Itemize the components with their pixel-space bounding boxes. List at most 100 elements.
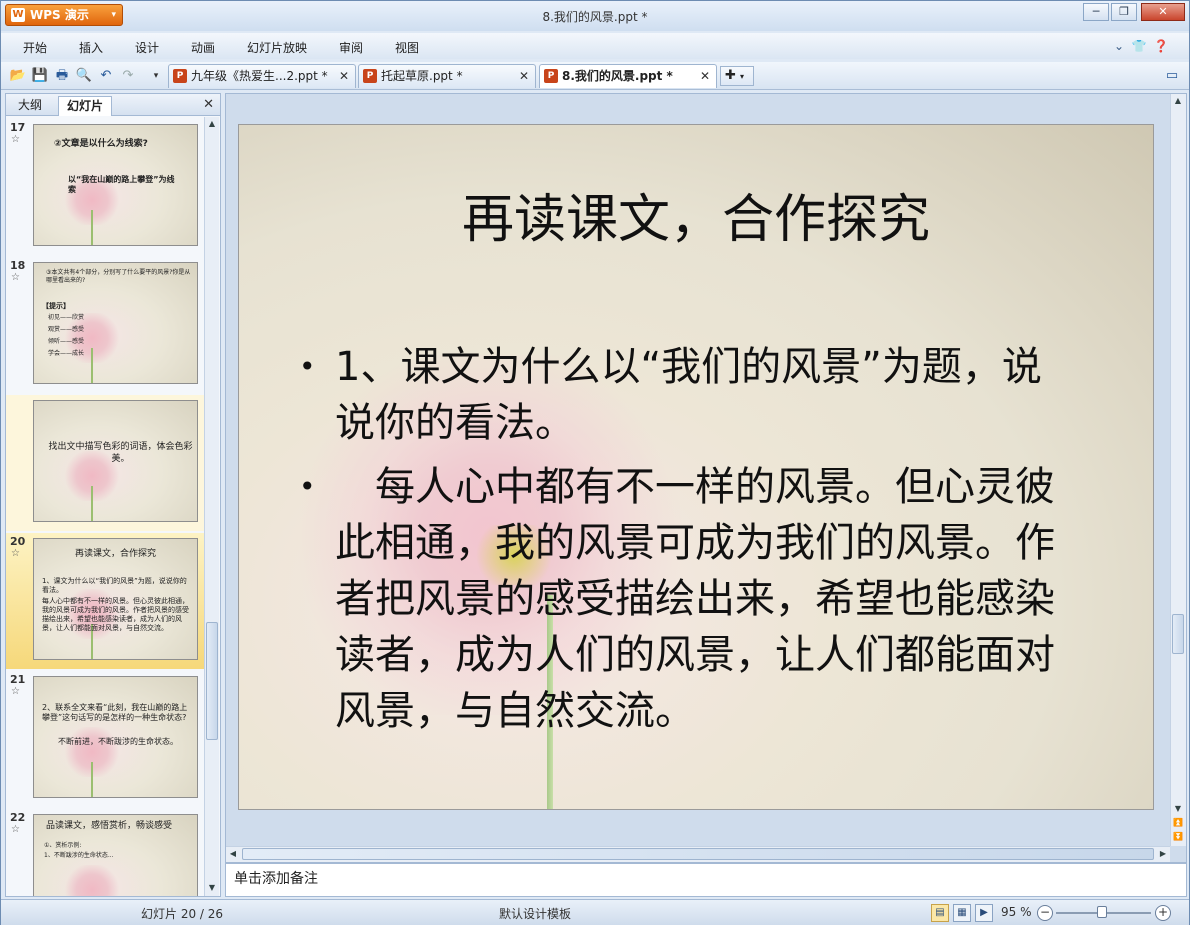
slide-thumbnail[interactable]: 21 ☆ 2、联系全文来看“此刻，我在山巅的路上攀登”这句话写的是怎样的一种生命…	[6, 671, 204, 807]
slide-canvas[interactable]: 再读课文，合作探究 • 1、课文为什么以“我们的风景”为题，说说你的看法。 • …	[238, 124, 1154, 810]
quick-toolbar: 📂 💾 🖶 🔍 ↶ ↷ ▾ P 九年级《热爱生...2.ppt * ✕ P 托起…	[1, 62, 1189, 90]
customize-toolbar-icon[interactable]: ▾	[147, 67, 165, 85]
slide-thumbnail[interactable]: 找出文中描写色彩的词语，体会色彩美。	[6, 395, 204, 531]
scrollbar-thumb[interactable]	[242, 848, 1154, 860]
skin-shirt-icon[interactable]: 👕	[1131, 38, 1147, 54]
editor-horizontal-scrollbar[interactable]: ◀ ▶	[226, 846, 1170, 862]
thumb-text: 初见——欣赏	[48, 314, 85, 321]
slide-number: 22	[10, 811, 26, 824]
tab-doc-1[interactable]: P 九年级《热爱生...2.ppt * ✕	[168, 64, 356, 88]
thumb-text: ③本文共有4个部分，分别写了什么要平的风景?你是从哪里看出来的?	[46, 269, 191, 284]
maximize-button[interactable]: ❐	[1111, 3, 1137, 21]
help-icon[interactable]: ❓	[1153, 38, 1169, 54]
scrollbar-thumb[interactable]	[1172, 614, 1184, 654]
bullet-text: 1、课文为什么以“我们的风景”为题，说说你的看法。	[335, 344, 1042, 446]
slide-thumbnail[interactable]: 22 ☆ 品读课文，感悟赏析，畅谈感受 ①、赏析示例: 1、不断跋涉的生命状态.…	[6, 809, 204, 896]
redo-icon[interactable]: ↷	[119, 67, 137, 85]
zoom-level: 95 %	[1001, 905, 1032, 919]
animation-star-icon: ☆	[11, 548, 20, 559]
print-icon[interactable]: 🖶	[53, 67, 71, 85]
menu-view[interactable]: 视图	[395, 39, 419, 56]
scroll-right-icon[interactable]: ▶	[1156, 847, 1170, 861]
thumb-text: 以“我在山巅的路上攀登”为线索	[68, 175, 175, 194]
menu-slideshow[interactable]: 幻灯片放映	[247, 39, 307, 56]
menu-bar: 开始 插入 设计 动画 幻灯片放映 审阅 视图 ⌄ 👕 ❓	[1, 33, 1189, 59]
thumb-text: 【提示】	[42, 302, 70, 310]
animation-star-icon: ☆	[11, 686, 20, 697]
undo-icon[interactable]: ↶	[97, 67, 115, 85]
close-pane-icon[interactable]: ✕	[203, 97, 214, 112]
menu-animation[interactable]: 动画	[191, 39, 215, 56]
zoom-slider-knob[interactable]	[1097, 906, 1107, 918]
notes-pane[interactable]: 单击添加备注	[225, 863, 1187, 897]
minimize-button[interactable]: ─	[1083, 3, 1109, 21]
slide-number: 21	[10, 673, 26, 686]
thumb-text: ①、赏析示例:	[44, 842, 82, 849]
slide-preview: 找出文中描写色彩的词语，体会色彩美。	[33, 400, 198, 522]
slide-editor: 再读课文，合作探究 • 1、课文为什么以“我们的风景”为题，说说你的看法。 • …	[225, 93, 1187, 863]
slide-thumbnail[interactable]: 17 ☆ ②文章是以什么为线索? 以“我在山巅的路上攀登”为线索	[6, 119, 204, 255]
thumb-text: 不断前进，不断跋涉的生命状态。	[58, 737, 178, 746]
scroll-up-icon[interactable]: ▲	[1171, 94, 1185, 108]
tab-outline[interactable]: 大纲	[10, 96, 50, 116]
title-bar: W WPS 演示 ▾ 8.我们的风景.ppt * ─ ❐ ✕	[1, 1, 1189, 31]
tab-doc-2[interactable]: P 托起草原.ppt * ✕	[358, 64, 536, 88]
slide-thumbnail-current[interactable]: 20 ☆ 再读课文，合作探究 1、课文为什么以“我们的风景”为题，说说你的看法。…	[6, 533, 204, 669]
scrollbar-thumb[interactable]	[206, 622, 218, 740]
slideshow-view-icon[interactable]: ▶	[975, 904, 993, 922]
previous-slide-icon[interactable]: ⏫	[1171, 816, 1185, 830]
slide-sorter-icon[interactable]: ▦	[953, 904, 971, 922]
ppt-file-icon: P	[173, 69, 187, 83]
slide-preview: ②文章是以什么为线索? 以“我在山巅的路上攀登”为线索	[33, 124, 198, 246]
slide-bullet[interactable]: • 每人心中都有不一样的风景。但心灵彼此相通，我的风景可成为我们的风景。作者把风…	[299, 459, 1079, 739]
slide-thumbnail[interactable]: 18 ☆ ③本文共有4个部分，分别写了什么要平的风景?你是从哪里看出来的? 【提…	[6, 257, 204, 393]
zoom-out-icon[interactable]: −	[1037, 905, 1053, 921]
next-slide-icon[interactable]: ⏬	[1171, 830, 1185, 844]
zoom-in-icon[interactable]: +	[1155, 905, 1171, 921]
slide-title[interactable]: 再读课文，合作探究	[239, 177, 1153, 252]
save-icon[interactable]: 💾	[31, 67, 49, 85]
tab-doc-1-label: 九年级《热爱生...2.ppt *	[191, 69, 328, 83]
close-tab-icon[interactable]: ✕	[519, 65, 529, 87]
editor-vertical-scrollbar[interactable]: ▲ ▼ ⏫ ⏬	[1170, 94, 1186, 846]
scroll-down-icon[interactable]: ▼	[205, 881, 219, 895]
thumb-text: 2、联系全文来看“此刻，我在山巅的路上攀登”这句话写的是怎样的一种生命状态?	[42, 703, 188, 722]
menu-insert[interactable]: 插入	[79, 39, 103, 56]
tab-doc-3[interactable]: P 8.我们的风景.ppt * ✕	[539, 64, 717, 88]
scroll-down-icon[interactable]: ▼	[1171, 802, 1185, 816]
slide-preview: ③本文共有4个部分，分别写了什么要平的风景?你是从哪里看出来的? 【提示】 初见…	[33, 262, 198, 384]
bullet-text: 每人心中都有不一样的风景。但心灵彼此相通，我的风景可成为我们的风景。作者把风景的…	[335, 464, 1055, 734]
scroll-up-icon[interactable]: ▲	[205, 117, 219, 131]
slide-number: 20	[10, 535, 26, 548]
menu-review[interactable]: 审阅	[339, 39, 363, 56]
new-tab-button[interactable]: ✚ ▾	[720, 66, 754, 86]
print-preview-icon[interactable]: 🔍	[75, 67, 93, 85]
thumb-text: 1、不断跋涉的生命状态...	[44, 852, 114, 859]
app-window: W WPS 演示 ▾ 8.我们的风景.ppt * ─ ❐ ✕ 开始 插入 设计 …	[0, 0, 1190, 925]
slide-pane-scrollbar[interactable]: ▲ ▼	[204, 117, 219, 896]
close-window-button[interactable]: ✕	[1141, 3, 1185, 21]
tab-doc-2-label: 托起草原.ppt *	[381, 69, 463, 83]
collapse-ribbon-icon[interactable]: ⌄	[1111, 38, 1127, 54]
design-template-label[interactable]: 默认设计模板	[499, 905, 571, 922]
tab-slides[interactable]: 幻灯片	[58, 96, 113, 116]
animation-star-icon: ☆	[11, 134, 20, 145]
menu-home[interactable]: 开始	[23, 39, 47, 56]
slide-thumbnail-list: 17 ☆ ②文章是以什么为线索? 以“我在山巅的路上攀登”为线索 18 ☆ ③本…	[6, 117, 204, 896]
slide-bullet[interactable]: • 1、课文为什么以“我们的风景”为题，说说你的看法。	[299, 339, 1079, 451]
close-tab-icon[interactable]: ✕	[339, 65, 349, 87]
scroll-left-icon[interactable]: ◀	[226, 847, 240, 861]
bullet-dot-icon: •	[299, 470, 316, 503]
slide-number: 18	[10, 259, 26, 272]
thumb-text: 每人心中都有不一样的风景。但心灵彼此相通，我的风景可成为我们的风景。作者把风景的…	[42, 597, 189, 632]
status-bar: 幻灯片 20 / 26 默认设计模板 ▤ ▦ ▶ 95 % − +	[1, 899, 1189, 925]
open-folder-icon[interactable]: 📂	[9, 67, 27, 85]
thumb-text: 学会——成长	[48, 350, 85, 357]
tab-layout-icon[interactable]: ▭	[1163, 67, 1181, 85]
thumb-text: 再读课文，合作探究	[74, 549, 156, 559]
animation-star-icon: ☆	[11, 824, 20, 835]
menu-design[interactable]: 设计	[135, 39, 159, 56]
ppt-file-icon: P	[363, 69, 377, 83]
normal-view-icon[interactable]: ▤	[931, 904, 949, 922]
close-tab-icon[interactable]: ✕	[700, 65, 710, 87]
